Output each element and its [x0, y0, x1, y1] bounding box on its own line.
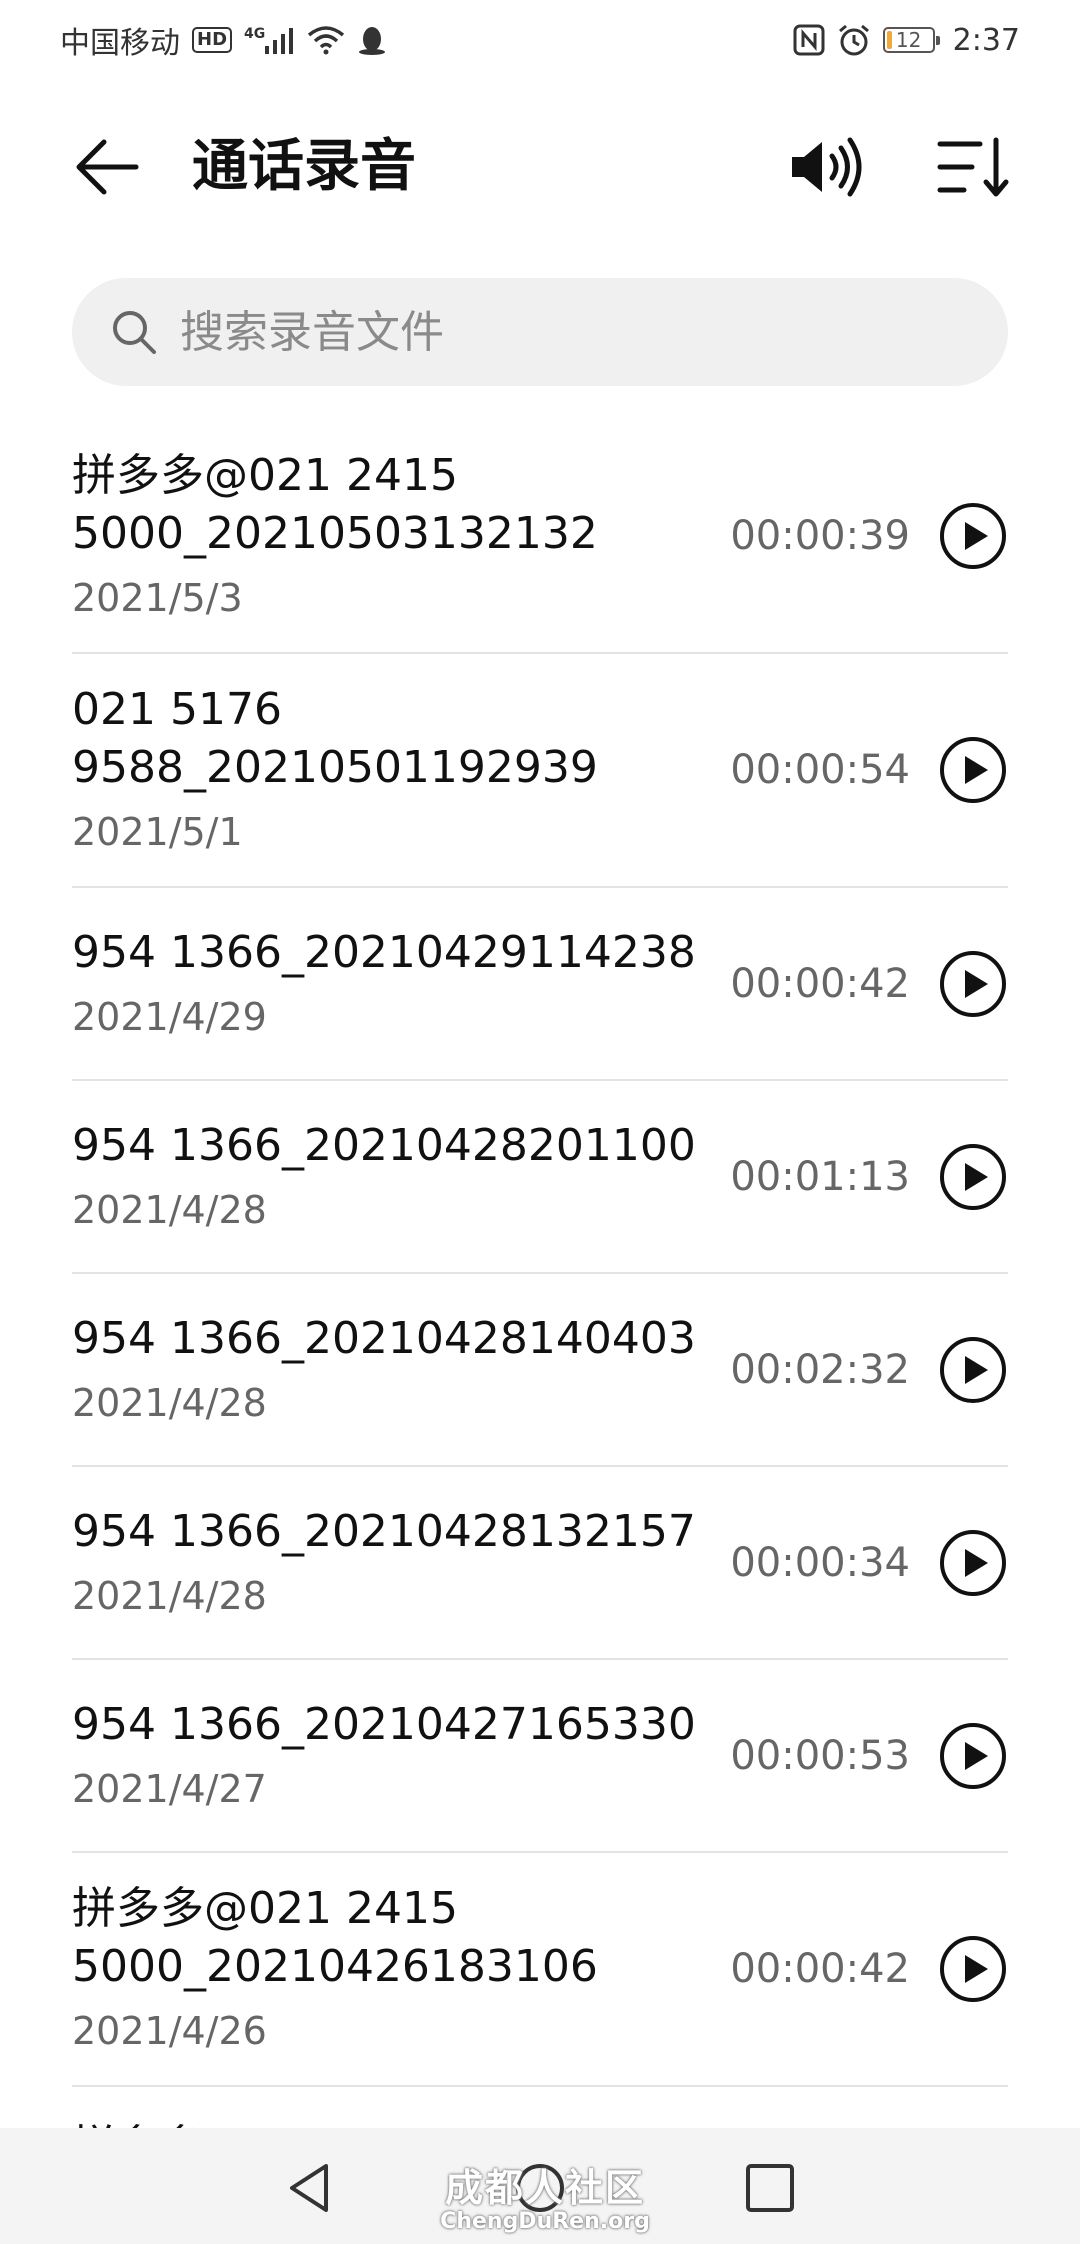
recording-text: 021 5176 9588_20210501192939 2021/5/1	[72, 681, 730, 859]
status-right: 12 2:37	[793, 23, 1020, 58]
recording-title: 954 1366_20210428132157	[72, 1505, 696, 1557]
recording-duration: 00:02:32	[730, 1346, 910, 1393]
hd-badge: HD	[192, 27, 233, 53]
play-icon[interactable]	[938, 1721, 1008, 1791]
speaker-icon[interactable]	[786, 130, 866, 204]
recording-date: 2021/4/28	[72, 1380, 267, 1425]
recording-title: 拼多多@021 2415 5000_20210503132132	[72, 450, 598, 559]
recording-title: 021 5176 9588_20210501192939	[72, 684, 598, 793]
search-icon	[113, 311, 156, 354]
recording-title: 954 1366_20210429114238	[72, 926, 696, 978]
battery-fill	[886, 31, 893, 49]
battery-level: 12	[895, 28, 922, 52]
recording-item[interactable]: 954 1366_20210428201100 2021/4/28 00:01:…	[72, 1081, 1008, 1274]
recording-date: 2021/4/26	[72, 2009, 267, 2053]
status-bar: 中国移动 HD 4G 12 2:37	[0, 0, 1080, 80]
recording-item[interactable]: 拼多多@021 2415 5000_20210503132132 2021/5/…	[72, 420, 1008, 654]
recording-duration: 00:00:34	[730, 1539, 910, 1586]
search-input[interactable]	[178, 291, 1008, 373]
play-icon[interactable]	[938, 1528, 1008, 1598]
recording-item[interactable]: 954 1366_20210428132157 2021/4/28 00:00:…	[72, 1467, 1008, 1660]
recording-duration: 00:00:39	[730, 513, 910, 559]
play-icon[interactable]	[938, 1934, 1008, 2004]
watermark-en: ChengDuRen.org	[440, 2209, 650, 2234]
recording-date: 2021/4/28	[72, 1573, 267, 1618]
recording-date: 2021/4/29	[72, 994, 267, 1039]
status-left: 中国移动 HD 4G	[60, 18, 387, 62]
nfc-icon	[793, 24, 825, 56]
recording-title: 拼多多@021 2415 5000_20210426183106	[72, 1883, 598, 1992]
recording-duration: 00:00:53	[730, 1732, 910, 1779]
play-icon[interactable]	[938, 1335, 1008, 1405]
recording-item[interactable]: 954 1366_20210429114238 2021/4/29 00:00:…	[72, 888, 1008, 1081]
recording-duration: 00:00:42	[730, 1946, 910, 1992]
search-bar[interactable]	[72, 278, 1008, 386]
recording-item[interactable]: 021 5176 9588_20210501192939 2021/5/1 00…	[72, 654, 1008, 888]
back-arrow-icon[interactable]	[70, 130, 144, 204]
recording-text: 954 1366_20210429114238 2021/4/29	[72, 924, 730, 1044]
recording-title: 954 1366_20210428140403	[72, 1312, 696, 1364]
recording-text: 954 1366_20210428132157 2021/4/28	[72, 1503, 730, 1623]
sort-icon[interactable]	[932, 130, 1012, 204]
nav-recent-apps-icon[interactable]	[742, 2160, 798, 2216]
network-type: 4G	[244, 26, 266, 42]
wifi-icon	[308, 26, 345, 55]
play-icon[interactable]	[938, 735, 1008, 805]
recording-duration: 00:00:54	[730, 747, 910, 793]
recording-title: 954 1366_20210428201100	[72, 1119, 696, 1171]
carrier-name: 中国移动	[60, 26, 180, 61]
play-icon[interactable]	[938, 949, 1008, 1019]
recording-date: 2021/4/28	[72, 1187, 267, 1232]
recording-item[interactable]: 拼多多@021 2415 5000_20210426183106 2021/4/…	[72, 1853, 1008, 2087]
play-icon[interactable]	[938, 1142, 1008, 1212]
watermark: 成都人社区 ChengDuRen.org	[430, 2166, 660, 2234]
recording-date: 2021/5/1	[72, 810, 243, 854]
play-icon[interactable]	[938, 501, 1008, 571]
recording-text: 954 1366_20210427165330 2021/4/27	[72, 1696, 730, 1816]
recording-text: 954 1366_20210428201100 2021/4/28	[72, 1117, 730, 1237]
app-header: 通话录音	[0, 100, 1080, 230]
recording-title: 954 1366_20210427165330	[72, 1698, 696, 1750]
clock: 2:37	[952, 22, 1020, 58]
alarm-icon	[838, 24, 869, 56]
signal-icon	[265, 28, 294, 54]
recording-text: 拼多多@021 2415 5000_20210503132132 2021/5/…	[72, 447, 730, 625]
recording-date: 2021/4/27	[72, 1766, 267, 1811]
recording-item[interactable]: 954 1366_20210427165330 2021/4/27 00:00:…	[72, 1660, 1008, 1853]
nav-back-icon[interactable]	[282, 2160, 338, 2216]
battery-icon: 12	[882, 27, 940, 53]
watermark-cn: 成都人社区	[444, 2166, 645, 2210]
recording-item[interactable]: 954 1366_20210428140403 2021/4/28 00:02:…	[72, 1274, 1008, 1467]
recordings-list: 拼多多@021 2415 5000_20210503132132 2021/5/…	[72, 420, 1008, 2087]
qq-penguin-icon	[359, 27, 386, 55]
recording-duration: 00:01:13	[730, 1153, 910, 1200]
recording-duration: 00:00:42	[730, 960, 910, 1007]
page-title: 通话录音	[192, 134, 416, 199]
recording-date: 2021/5/3	[72, 576, 243, 620]
recording-text: 954 1366_20210428140403 2021/4/28	[72, 1310, 730, 1430]
recording-text: 拼多多@021 2415 5000_20210426183106 2021/4/…	[72, 1880, 730, 2058]
